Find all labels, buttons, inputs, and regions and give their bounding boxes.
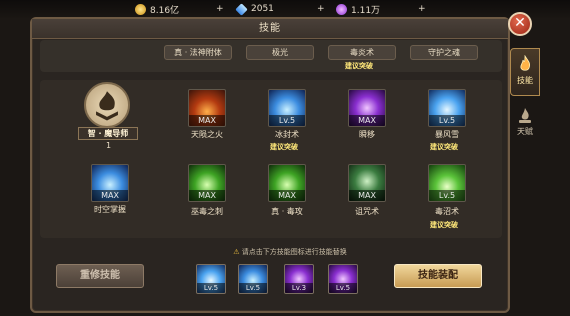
skill-voodoo-thorn[interactable]: MAX — [188, 164, 226, 202]
skill-label: 诅咒术 — [355, 207, 379, 216]
slot-level: Lv.5 — [329, 283, 357, 293]
skill-label: 巫毒之刺 — [191, 207, 223, 216]
skill-blizzard[interactable]: Lv.5 — [428, 89, 466, 127]
skill-teleport[interactable]: MAX — [348, 89, 386, 127]
tab-talent[interactable]: 天赋 — [510, 100, 540, 148]
reset-skills-button[interactable]: 重修技能 — [56, 264, 144, 288]
class-emblem-icon — [84, 82, 130, 128]
add-gem-button[interactable]: + — [418, 1, 426, 17]
add-gold-button[interactable]: + — [216, 1, 224, 17]
skill-level: MAX — [349, 190, 385, 201]
skill-label: 时空掌握 — [94, 205, 126, 214]
gem-display: 1.11万 — [336, 1, 380, 17]
skill-level: MAX — [349, 115, 385, 126]
skill-level: Lv.5 — [429, 190, 465, 201]
warning-icon: ⚠ — [233, 248, 242, 256]
recommend-badge: 建议突破 — [430, 143, 458, 151]
tab-skill[interactable]: 技能 — [510, 48, 540, 96]
skill-poison-attack[interactable]: MAX — [268, 164, 306, 202]
gold-value: 8.16亿 — [150, 5, 180, 16]
equipped-slot-2[interactable]: Lv.5 — [238, 264, 268, 294]
close-button[interactable]: ✕ — [508, 12, 532, 36]
skill-level: Lv.5 — [269, 115, 305, 126]
flame-icon — [520, 55, 531, 71]
skill-curse[interactable]: MAX — [348, 164, 386, 202]
gold-coin-icon — [135, 3, 146, 15]
passive-skill-2[interactable]: 极光 — [246, 45, 314, 60]
skill-level: MAX — [92, 190, 128, 201]
skill-meteor-fire[interactable]: MAX — [188, 89, 226, 127]
skill-level: MAX — [189, 190, 225, 201]
skill-label: 瞬移 — [359, 130, 375, 139]
passive-skill-4[interactable]: 守护之魂 — [410, 45, 478, 60]
class-sub-label: 1 — [106, 141, 112, 150]
skill-label: 毒沼术 — [435, 207, 459, 216]
equip-skills-button[interactable]: 技能装配 — [394, 264, 482, 288]
panel-title: 技能 — [32, 19, 508, 39]
skill-label: 冰封术 — [275, 130, 299, 139]
equipped-slot-4[interactable]: Lv.5 — [328, 264, 358, 294]
recommend-badge: 建议突破 — [270, 143, 298, 151]
passive-skill-1[interactable]: 真 · 法神附体 — [164, 45, 232, 60]
slot-level: Lv.5 — [239, 283, 267, 293]
gem-value: 1.11万 — [351, 5, 381, 16]
diamond-icon — [235, 2, 248, 16]
recommend-badge: 建议突破 — [345, 62, 373, 70]
passive-skill-3[interactable]: 毒炎术 — [328, 45, 396, 60]
skill-level: MAX — [189, 115, 225, 126]
replace-hint: ⚠ 请点击下方技能图标进行技能替换 — [190, 247, 390, 257]
tab-skill-label: 技能 — [517, 76, 533, 85]
diamond-value: 2051 — [251, 4, 274, 14]
currency-bar: 8.16亿 + 2051 + 1.11万 + — [0, 0, 570, 18]
slot-level: Lv.5 — [197, 283, 225, 293]
slot-level: Lv.3 — [285, 283, 313, 293]
skill-level: Lv.5 — [429, 115, 465, 126]
skill-label: 真 · 毒攻 — [271, 207, 303, 216]
skill-ice-seal[interactable]: Lv.5 — [268, 89, 306, 127]
diamond-display: 2051 — [235, 1, 274, 17]
add-diamond-button[interactable]: + — [317, 1, 325, 17]
class-name: 智 · 魔导师 — [78, 127, 138, 140]
purple-gem-icon — [336, 3, 347, 15]
skill-level: MAX — [269, 190, 305, 201]
talent-flame-icon — [519, 108, 531, 123]
skill-label: 暴风雪 — [435, 130, 459, 139]
recommend-badge: 建议突破 — [430, 221, 458, 229]
equipped-slot-1[interactable]: Lv.5 — [196, 264, 226, 294]
replace-hint-text: 请点击下方技能图标进行技能替换 — [241, 248, 347, 256]
gold-display: 8.16亿 — [135, 1, 179, 17]
equipped-slot-3[interactable]: Lv.3 — [284, 264, 314, 294]
tab-talent-label: 天赋 — [517, 127, 533, 136]
skill-time-space[interactable]: MAX — [91, 164, 129, 202]
skill-label: 天陨之火 — [191, 130, 223, 139]
skill-poison-swamp[interactable]: Lv.5 — [428, 164, 466, 202]
